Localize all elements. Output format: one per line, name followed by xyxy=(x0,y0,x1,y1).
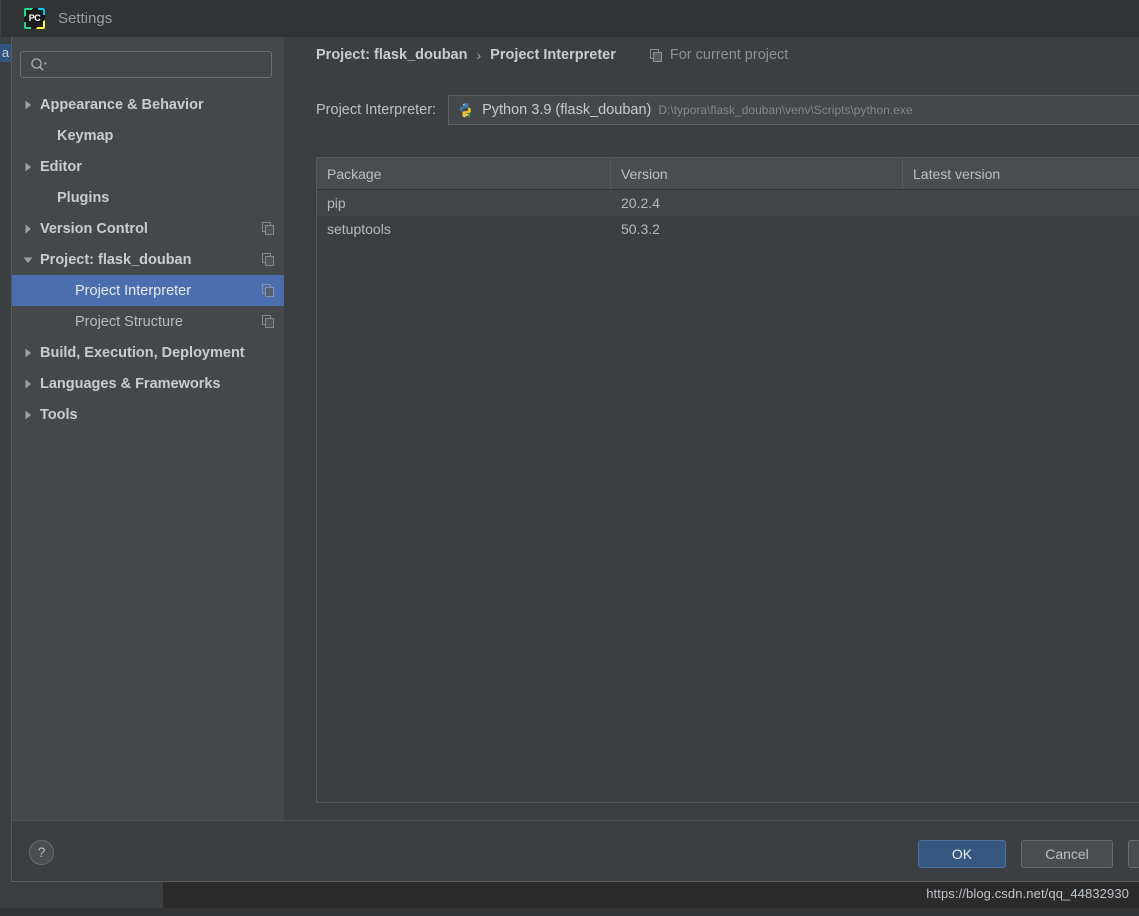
sidebar-item-label: Editor xyxy=(40,158,82,175)
packages-table-body: pip 20.2.4 setuptools 50.3.2 xyxy=(317,190,1139,242)
sidebar-item-project-flask-douban[interactable]: Project: flask_douban xyxy=(12,244,284,275)
copy-settings-icon[interactable] xyxy=(262,222,275,235)
help-button[interactable]: ? xyxy=(29,840,54,865)
sidebar-item-keymap[interactable]: Keymap xyxy=(12,120,284,151)
column-header-version[interactable]: Version xyxy=(611,158,903,189)
interpreter-path: D:\typora\flask_douban\venv\Scripts\pyth… xyxy=(658,103,913,117)
interpreter-row: Project Interpreter: Python 3.9 (flask_d… xyxy=(316,94,1139,126)
chevron-right-icon[interactable] xyxy=(22,161,34,173)
sidebar-item-label: Plugins xyxy=(57,189,110,206)
breadcrumb-current: Project Interpreter xyxy=(490,47,616,63)
search-input[interactable] xyxy=(51,52,270,79)
sidebar-item-label: Project: flask_douban xyxy=(40,251,192,268)
dialog-footer: ? OK Cancel Apply xyxy=(12,820,1139,881)
cell-latest xyxy=(903,216,1139,242)
table-row[interactable]: setuptools 50.3.2 xyxy=(317,216,1139,242)
table-row[interactable]: pip 20.2.4 xyxy=(317,190,1139,216)
chevron-down-icon[interactable] xyxy=(22,254,34,266)
settings-sidebar: Appearance & Behavior Keymap Editor Plugins… xyxy=(12,37,284,820)
sidebar-item-project-structure[interactable]: Project Structure xyxy=(12,306,284,337)
sidebar-item-plugins[interactable]: Plugins xyxy=(12,182,284,213)
chevron-right-icon[interactable] xyxy=(22,378,34,390)
sidebar-item-label: Build, Execution, Deployment xyxy=(40,344,245,361)
interpreter-label: Project Interpreter: xyxy=(316,102,437,118)
sidebar-item-tools[interactable]: Tools xyxy=(12,399,284,430)
sidebar-item-label: Project Structure xyxy=(75,313,183,330)
settings-dialog: PC Settings Appearance & Behavior Keymap E… xyxy=(1,0,1139,882)
backdrop-status-bar xyxy=(0,908,1139,916)
backdrop-left-panel xyxy=(0,0,11,908)
copy-settings-icon[interactable] xyxy=(262,315,275,328)
breadcrumb: Project: flask_douban › Project Interpre… xyxy=(316,47,788,63)
cell-version: 50.3.2 xyxy=(621,221,660,237)
sidebar-item-label: Appearance & Behavior xyxy=(40,96,204,113)
settings-tree: Appearance & Behavior Keymap Editor Plugins… xyxy=(12,89,284,430)
python-venv-icon xyxy=(460,102,471,118)
apply-button[interactable]: Apply xyxy=(1128,840,1139,868)
sidebar-item-label: Tools xyxy=(40,406,78,423)
sidebar-item-label: Project Interpreter xyxy=(75,282,192,299)
sidebar-item-project-interpreter[interactable]: Project Interpreter xyxy=(12,275,284,306)
packages-table: Package Version Latest version pip 20.2.4… xyxy=(316,157,1139,803)
ok-button[interactable]: OK xyxy=(918,840,1006,868)
cell-package: pip xyxy=(327,195,346,211)
for-current-project-label: For current project xyxy=(669,47,789,63)
breadcrumb-parent[interactable]: Project: flask_douban xyxy=(316,47,467,63)
dialog-title: Settings xyxy=(58,10,113,27)
packages-table-header: Package Version Latest version xyxy=(317,158,1139,190)
column-header-package[interactable]: Package xyxy=(317,158,611,189)
cell-version: 20.2.4 xyxy=(621,195,660,211)
sidebar-item-label: Keymap xyxy=(57,127,114,144)
cell-latest xyxy=(903,190,1139,216)
cell-package: setuptools xyxy=(327,221,391,237)
backdrop-selected-text: a xyxy=(0,44,11,62)
copy-settings-icon[interactable] xyxy=(262,253,275,266)
sidebar-item-appearance-behavior[interactable]: Appearance & Behavior xyxy=(12,89,284,120)
chevron-right-icon[interactable] xyxy=(22,409,34,421)
sidebar-item-label: Version Control xyxy=(40,220,148,237)
copy-settings-icon[interactable] xyxy=(262,284,275,297)
sidebar-item-languages-frameworks[interactable]: Languages & Frameworks xyxy=(12,368,284,399)
copy-settings-icon xyxy=(649,48,662,62)
interpreter-name: Python 3.9 (flask_douban) xyxy=(482,102,652,118)
dialog-titlebar: PC Settings xyxy=(1,0,1139,37)
search-icon xyxy=(31,58,47,71)
watermark-url: https://blog.csdn.net/qq_44832930 xyxy=(926,886,1129,901)
search-box[interactable] xyxy=(20,51,272,79)
for-current-project-badge[interactable]: For current project xyxy=(649,47,789,63)
pycharm-logo-text: PC xyxy=(26,10,43,27)
sidebar-item-version-control[interactable]: Version Control xyxy=(12,213,284,244)
settings-content-pane: Project: flask_douban › Project Interpre… xyxy=(284,37,1139,820)
breadcrumb-separator-icon: › xyxy=(476,47,482,63)
interpreter-combobox[interactable]: Python 3.9 (flask_douban) D:\typora\flas… xyxy=(448,95,1139,125)
cancel-button[interactable]: Cancel xyxy=(1021,840,1113,868)
chevron-right-icon[interactable] xyxy=(22,99,34,111)
sidebar-item-label: Languages & Frameworks xyxy=(40,375,221,392)
pycharm-logo-icon: PC xyxy=(24,8,45,29)
sidebar-item-editor[interactable]: Editor xyxy=(12,151,284,182)
chevron-right-icon[interactable] xyxy=(22,223,34,235)
chevron-right-icon[interactable] xyxy=(22,347,34,359)
column-header-latest-version[interactable]: Latest version xyxy=(903,158,1139,189)
sidebar-item-build-execution-deployment[interactable]: Build, Execution, Deployment xyxy=(12,337,284,368)
